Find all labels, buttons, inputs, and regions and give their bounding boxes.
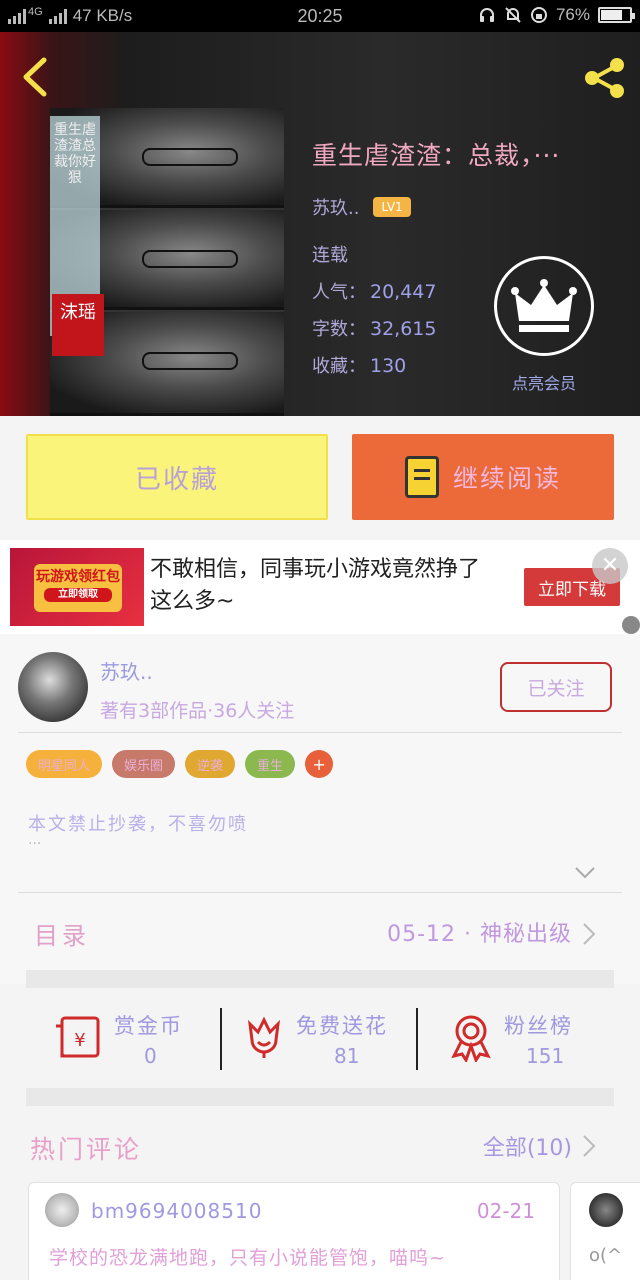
ad-image-sub: 立即领取 (44, 588, 112, 602)
battery-percent: 76% (555, 5, 590, 24)
section-separator (26, 1088, 614, 1106)
chevron-right-icon (583, 923, 596, 945)
continue-reading-label: 继续阅读 (452, 464, 561, 493)
status-bar: 4G 47 KB/s 20:25 76% (0, 0, 640, 32)
catalog-row[interactable]: 目录 05-12 · 神秘出级 (0, 894, 640, 968)
tag-item[interactable]: 明星同人 (26, 750, 103, 778)
book-author[interactable]: 苏玖.. (312, 194, 359, 220)
reward-label: 赏金币 (114, 1014, 183, 1038)
reward-label: 粉丝榜 (504, 1014, 573, 1038)
commenter-avatar[interactable] (45, 1193, 79, 1227)
popularity-value: 20,447 (370, 281, 437, 303)
comment-card[interactable]: bm9694008510 02-21 学校的恐龙满地跑，只有小说能管饱，喵呜~ (28, 1182, 560, 1280)
popularity-label: 人气： (312, 282, 366, 303)
words-label: 字数： (312, 319, 366, 340)
section-separator (26, 970, 614, 988)
divider (18, 892, 622, 893)
book-icon (404, 456, 439, 498)
share-icon[interactable] (580, 54, 628, 102)
tag-item[interactable]: 逆袭 (185, 750, 236, 778)
vip-label[interactable]: 点亮会员 (478, 370, 610, 394)
book-header: 重生虐渣渣总裁你好狠 沫瑶 重生虐渣渣：总裁，··· 苏玖.. LV1 连载 人… (0, 32, 640, 416)
vip-crown-button[interactable] (494, 256, 594, 356)
author-section: 苏玖.. 著有3部作品·36人关注 已关注 明星同人 娱乐圈 逆袭 重生 + 本… (0, 634, 640, 984)
reward-label: 免费送花 (296, 1014, 388, 1038)
envelope-yen-icon: ¥ (56, 1016, 100, 1058)
mute-bell-icon (505, 7, 521, 23)
reward-separator (416, 1008, 418, 1070)
ad-banner[interactable]: 玩游戏领红包 立即领取 不敢相信，同事玩小游戏竟然挣了这么多~ 立即下载 ✕ (0, 540, 640, 634)
comment-date: 02-21 (476, 1199, 535, 1223)
follow-button[interactable]: 已关注 (500, 662, 612, 712)
tag-list: 明星同人 娱乐圈 逆袭 重生 + (26, 750, 334, 778)
book-cover[interactable]: 重生虐渣渣总裁你好狠 沫瑶 (50, 108, 284, 416)
all-comments-link[interactable]: 全部(10) (483, 1130, 572, 1162)
author-subtitle: 著有3部作品·36人关注 (100, 700, 295, 722)
tag-more-button[interactable]: + (305, 750, 334, 778)
collections-label: 收藏： (312, 356, 366, 377)
reward-fans[interactable]: 粉丝榜 151 (450, 1004, 620, 1086)
catalog-label: 目录 (34, 922, 90, 950)
chevron-right-icon[interactable] (582, 1134, 596, 1158)
svg-text:¥: ¥ (74, 1030, 85, 1051)
comment-text: 学校的恐龙满地跑，只有小说能管饱，喵呜~ (49, 1247, 446, 1269)
ad-close-icon[interactable]: ✕ (592, 548, 628, 584)
expand-chevron-icon[interactable] (574, 866, 596, 880)
author-name[interactable]: 苏玖.. (100, 656, 153, 685)
author-avatar[interactable] (18, 652, 88, 722)
commenter-avatar[interactable] (589, 1193, 623, 1227)
cover-seal: 沫瑶 (52, 294, 104, 356)
reward-value: 151 (526, 1044, 565, 1068)
crown-icon (511, 279, 577, 332)
reward-value: 81 (334, 1044, 360, 1068)
ad-image-text: 玩游戏领红包 (36, 569, 120, 585)
collections-value: 130 (370, 355, 407, 377)
comments-header: 热门评论 全部(10) (0, 1124, 640, 1174)
divider (18, 732, 622, 733)
back-icon[interactable] (16, 54, 56, 100)
book-title: 重生虐渣渣：总裁，··· (312, 141, 561, 170)
ad-marker-icon (622, 616, 640, 634)
ad-text[interactable]: 不敢相信，同事玩小游戏竟然挣了这么多~ (150, 554, 500, 618)
ad-image-banner: 玩游戏领红包 立即领取 (34, 564, 122, 612)
comment-card[interactable]: o(^ (570, 1182, 640, 1280)
battery-icon (598, 7, 635, 23)
book-description: 本文禁止抄袭，不喜勿喷 (28, 814, 248, 835)
tag-item[interactable]: 娱乐圈 (112, 750, 176, 778)
status-right: 76% (478, 5, 635, 25)
reward-row: ¥ 赏金币 0 免费送花 81 粉丝榜 151 (0, 1004, 640, 1086)
action-bar: 已收藏 继续阅读 (0, 416, 640, 540)
reward-coins[interactable]: ¥ 赏金币 0 (54, 1004, 214, 1086)
medal-icon (451, 1015, 491, 1062)
description-ellipsis: ··· (28, 836, 42, 852)
commenter-name[interactable]: bm9694008510 (91, 1199, 262, 1223)
author-row: 苏玖.. LV1 (312, 194, 632, 220)
headphones-icon (479, 8, 494, 22)
collected-button[interactable]: 已收藏 (26, 434, 328, 520)
comment-text: o(^ (589, 1245, 623, 1266)
continue-reading-button[interactable]: 继续阅读 (352, 434, 614, 520)
rotation-lock-icon (530, 7, 547, 23)
words-value: 32,615 (370, 318, 437, 340)
tag-item[interactable]: 重生 (245, 750, 296, 778)
flower-icon (247, 1016, 281, 1058)
reward-flowers[interactable]: 免费送花 81 (244, 1004, 414, 1086)
reward-value: 0 (144, 1044, 157, 1068)
catalog-latest-update: 05-12 · 神秘出级 (387, 922, 572, 947)
hot-comments-label: 热门评论 (30, 1135, 143, 1164)
level-badge: LV1 (373, 197, 411, 217)
ad-image[interactable]: 玩游戏领红包 立即领取 (10, 548, 144, 626)
reward-separator (220, 1008, 222, 1070)
